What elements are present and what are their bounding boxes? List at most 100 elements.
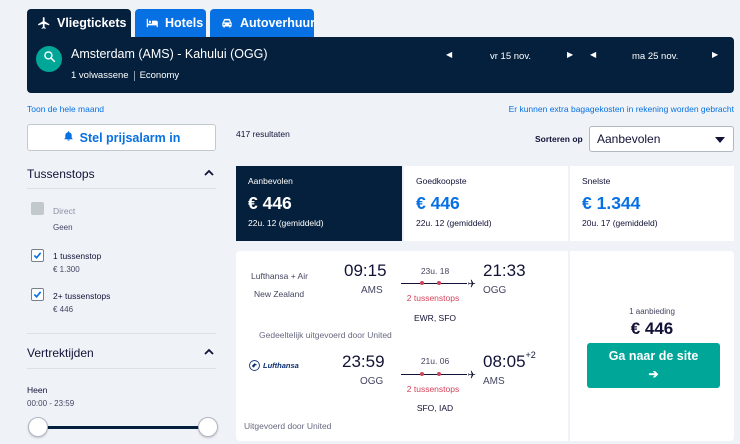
- filter-label-one-stop[interactable]: 1 tussenstop: [53, 251, 101, 261]
- return-next-arrow-icon[interactable]: ▶: [712, 50, 718, 59]
- car-icon: [220, 16, 234, 30]
- search-icon: [43, 50, 56, 68]
- airline-name-line1: Lufthansa + Air: [251, 271, 308, 281]
- go-to-site-label: Ga naar de site: [608, 349, 699, 363]
- departure-times-title: Vertrektijden: [27, 346, 94, 360]
- sort-tab-label: Goedkoopste: [416, 176, 467, 186]
- sort-tab-duration: 22u. 12 (gemiddeld): [248, 218, 324, 228]
- stop-dot: [437, 281, 441, 285]
- checkmark-icon: [33, 252, 42, 259]
- inbound-depart-airport: OGG: [360, 376, 384, 387]
- flight-result-card[interactable]: Lufthansa + Air New Zealand 09:15 AMS 23…: [236, 251, 734, 441]
- sort-tab-label: Snelste: [582, 176, 611, 186]
- stops-filter-title: Tussenstops: [27, 167, 95, 181]
- plane-icon: [468, 370, 476, 379]
- route-line: [401, 283, 467, 284]
- outbound-airline: Lufthansa + Air: [251, 269, 308, 283]
- outbound-airline-line2: New Zealand: [254, 289, 305, 299]
- flight-legs[interactable]: Lufthansa + Air New Zealand 09:15 AMS 23…: [236, 251, 568, 441]
- tab-flights[interactable]: Vliegtickets: [27, 9, 131, 37]
- filter-price-two-plus-stops: € 446: [53, 305, 74, 314]
- tab-car-rental[interactable]: Autoverhuur: [210, 9, 315, 37]
- filter-price-one-stop: € 1.300: [53, 265, 80, 274]
- sort-tabs: Aanbevolen € 446 22u. 12 (gemiddeld) Goe…: [236, 166, 734, 241]
- outbound-time-range: 00:00 - 23:59: [27, 399, 75, 408]
- divider: [133, 70, 135, 81]
- sort-tab-price: € 446: [248, 193, 292, 213]
- outbound-label: Heen: [27, 385, 48, 395]
- airline-logo-text: Lufthansa: [263, 361, 299, 370]
- checkmark-icon: [33, 291, 42, 298]
- outbound-via: EWR, SFO: [413, 313, 457, 323]
- checkbox-one-stop[interactable]: [31, 249, 44, 262]
- tab-hotels-label: Hotels: [165, 16, 204, 30]
- cabin-class: Economy: [139, 70, 180, 81]
- stop-dot: [420, 372, 424, 376]
- chevron-up-icon[interactable]: [204, 347, 214, 357]
- day-offset: +2: [525, 350, 536, 360]
- search-summary-bar[interactable]: Amsterdam (AMS) - Kahului (OGG) 1 volwas…: [27, 37, 734, 93]
- inbound-depart-time: 23:59: [342, 352, 385, 371]
- inbound-arrive-time-value: 08:05: [483, 352, 526, 371]
- depart-next-arrow-icon[interactable]: ▶: [567, 50, 573, 59]
- sort-label: Sorteren op: [535, 134, 583, 144]
- outbound-depart-airport: AMS: [361, 285, 383, 296]
- depart-prev-arrow-icon[interactable]: ◀: [446, 50, 452, 59]
- product-tabs: Vliegtickets Hotels Autoverhuur: [27, 9, 315, 37]
- sort-tab-price: € 446: [416, 193, 460, 213]
- tab-car-rental-label: Autoverhuur: [240, 16, 315, 30]
- slider-handle-min[interactable]: [28, 417, 48, 437]
- inbound-arrive-time: 08:05+2: [483, 350, 536, 372]
- outbound-depart-time: 09:15: [344, 261, 387, 280]
- filter-label-direct: Direct: [53, 206, 76, 216]
- outbound-operated-by: Gedeeltelijk uitgevoerd door United: [259, 330, 392, 340]
- sort-tab-duration: 22u. 12 (gemiddeld): [416, 218, 492, 228]
- sort-tab-cheapest[interactable]: Goedkoopste € 446 22u. 12 (gemiddeld): [404, 166, 568, 241]
- outbound-duration: 23u. 18: [420, 266, 450, 276]
- stop-dot: [420, 281, 424, 285]
- arrow-right-icon: ➔: [648, 367, 659, 381]
- inbound-via: SFO, IAD: [416, 403, 454, 413]
- offer-price: € 446: [630, 319, 674, 338]
- passenger-summary: 1 volwassene Economy: [71, 70, 179, 81]
- tab-flights-label: Vliegtickets: [57, 16, 127, 30]
- tab-hotels[interactable]: Hotels: [135, 9, 206, 37]
- sort-tab-recommended[interactable]: Aanbevolen € 446 22u. 12 (gemiddeld): [236, 166, 402, 241]
- go-to-site-button[interactable]: Ga naar de site ➔: [587, 343, 720, 388]
- departure-time-slider[interactable]: [38, 426, 208, 429]
- offer-panel: 1 aanbieding € 446 Ga naar de site ➔: [570, 251, 734, 441]
- chevron-up-icon[interactable]: [204, 168, 214, 178]
- baggage-fees-link[interactable]: Er kunnen extra bagagekosten in rekening…: [509, 104, 734, 114]
- lufthansa-logo: Lufthansa: [249, 360, 299, 371]
- sort-tab-label: Aanbevolen: [248, 176, 293, 186]
- checkbox-two-plus-stops[interactable]: [31, 288, 44, 301]
- outbound-arrive-time: 21:33: [483, 261, 526, 280]
- sort-tab-duration: 20u. 17 (gemiddeld): [582, 218, 658, 228]
- inbound-stops: 2 tussenstops: [406, 384, 460, 394]
- outbound-stops: 2 tussenstops: [406, 293, 460, 303]
- price-alert-button[interactable]: Stel prijsalarm in: [27, 124, 216, 151]
- hotel-bed-icon: [145, 16, 159, 30]
- passenger-count: 1 volwassene: [71, 70, 129, 81]
- bell-icon: [63, 130, 74, 145]
- sort-tab-fastest[interactable]: Snelste € 1.344 20u. 17 (gemiddeld): [570, 166, 734, 241]
- route-line: [401, 374, 467, 375]
- return-prev-arrow-icon[interactable]: ◀: [590, 50, 596, 59]
- sort-select[interactable]: Aanbevolen: [589, 126, 734, 152]
- depart-date[interactable]: vr 15 nov.: [490, 49, 531, 63]
- filter-price-direct: Geen: [53, 223, 73, 232]
- search-button[interactable]: [36, 46, 62, 72]
- divider: [27, 188, 216, 189]
- return-date[interactable]: ma 25 nov.: [632, 49, 678, 63]
- offer-count: 1 aanbieding: [629, 307, 675, 316]
- plane-icon: [468, 279, 476, 288]
- price-alert-label: Stel prijsalarm in: [79, 130, 181, 145]
- sort-selected-value: Aanbevolen: [597, 132, 661, 146]
- stop-dot: [437, 372, 441, 376]
- inbound-operated-by: Uitgevoerd door United: [244, 421, 332, 431]
- results-count: 417 resultaten: [236, 129, 290, 139]
- slider-handle-max[interactable]: [198, 417, 218, 437]
- show-full-month-link[interactable]: Toon de hele maand: [27, 104, 104, 114]
- filter-label-two-plus-stops[interactable]: 2+ tussenstops: [53, 291, 110, 301]
- inbound-duration: 21u. 06: [420, 356, 450, 366]
